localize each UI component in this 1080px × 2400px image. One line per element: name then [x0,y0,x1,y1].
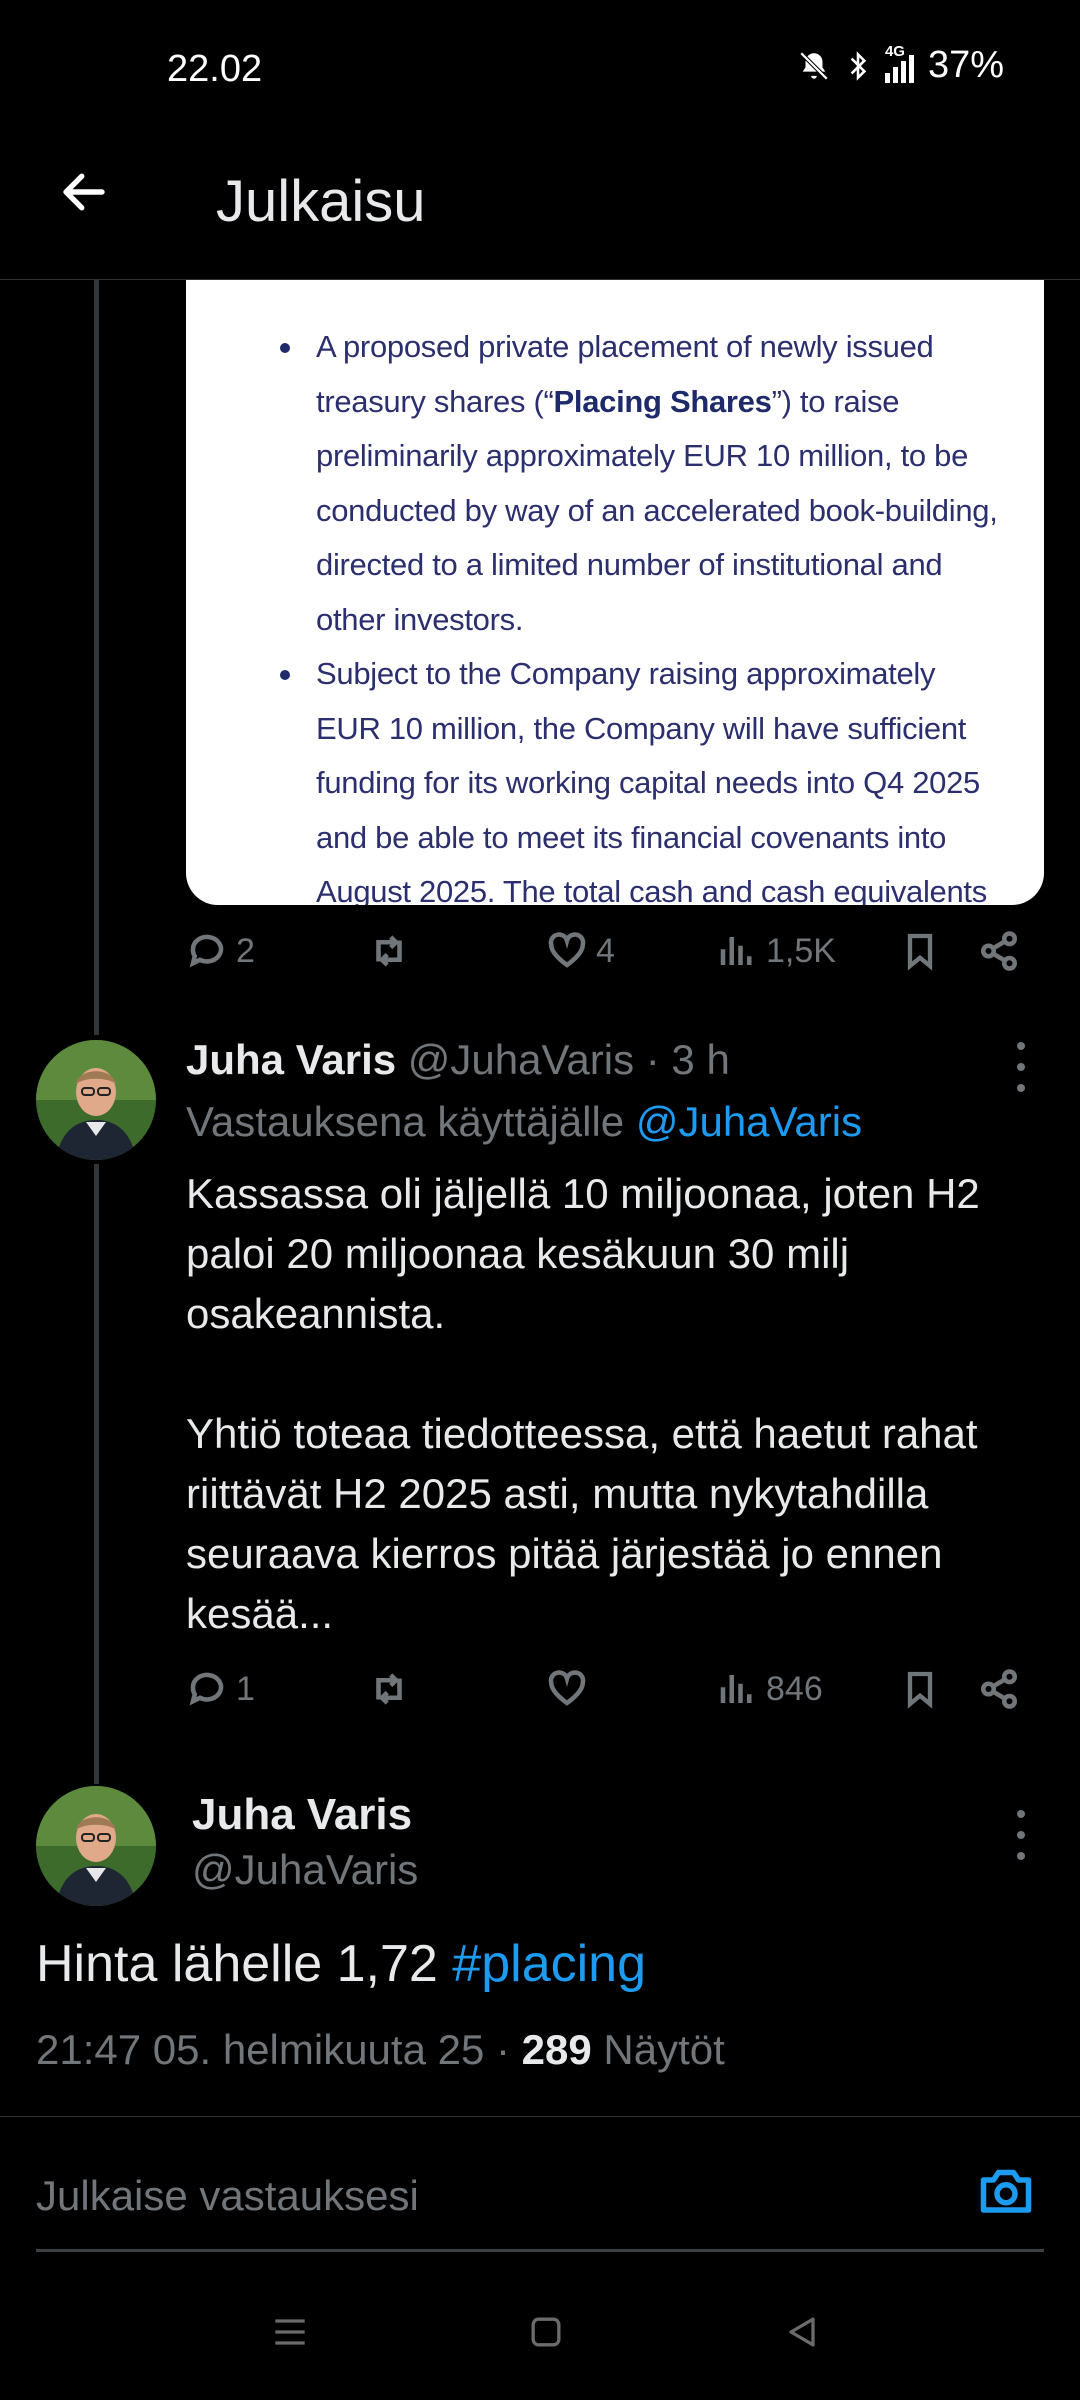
views-label: Näytöt [603,2026,725,2073]
repost-button[interactable] [366,1668,420,1710]
bookmark-button[interactable] [900,930,940,972]
avatar-image [36,1786,156,1906]
author-name[interactable]: Juha Varis [192,1790,412,1840]
more-options-button[interactable] [1014,1042,1028,1092]
reply-input[interactable]: Julkaise vastauksesi [36,2172,419,2220]
reply-icon [189,1672,224,1706]
back-nav-button[interactable] [780,2310,824,2359]
reply-button[interactable]: 2 [186,930,255,972]
menu-icon [275,2319,305,2345]
bookmark-button[interactable] [900,1668,940,1710]
avatar[interactable] [36,1040,156,1160]
page-title: Julkaisu [216,169,426,234]
bell-muted-icon [799,51,829,80]
compose-divider [0,2116,1080,2117]
share-icon [980,931,1018,971]
status-time: 22.02 [167,48,263,90]
post-time: · 3 h [645,1036,730,1083]
heart-icon [548,1670,586,1706]
more-options-button[interactable] [1014,1810,1028,1860]
hashtag-link[interactable]: #placing [452,1935,646,1993]
reply-text: Kassassa oli jäljellä 10 miljoonaa, jote… [186,1170,980,1637]
repost-button[interactable] [366,930,420,972]
post-image[interactable]: A proposed private placement of newly is… [186,280,1044,905]
bookmark-icon [907,1671,933,1709]
thread-line [94,280,99,1035]
share-icon [980,1669,1018,1709]
repost-icon [376,1673,402,1705]
reply-actions: 1 846 [186,1668,1046,1728]
views-button[interactable]: 846 [716,1668,823,1710]
share-button[interactable] [978,930,1020,972]
signal-icon: 4G [884,43,914,83]
reply-context: Vastauksena käyttäjälle @JuhaVaris [186,1098,863,1145]
avatar[interactable] [36,1786,156,1906]
views-button[interactable]: 1,5K [716,930,836,972]
bluetooth-icon [850,50,867,81]
main-post-text: Hinta lähelle 1,72 #placing [36,1935,647,1993]
square-icon [531,2317,561,2347]
back-button[interactable] [52,160,116,224]
camera-button[interactable] [976,2160,1036,2220]
placing-shares-term: Placing Shares [553,383,772,419]
heart-icon [548,932,586,968]
arrow-left-icon [63,173,105,211]
like-button[interactable] [546,1668,596,1710]
reply-button[interactable]: 1 [186,1668,255,1710]
status-icons: 4G 37% [797,43,1004,87]
home-nav-button[interactable] [524,2310,568,2359]
share-button[interactable] [978,1668,1020,1710]
like-button[interactable]: 4 [546,930,615,972]
mention-link[interactable]: @JuhaVaris [636,1098,862,1145]
views-count: 289 [521,2026,592,2073]
bookmark-icon [907,933,933,971]
menu-nav-button[interactable] [268,2310,312,2359]
bar-chart-icon [720,937,752,965]
repost-icon [376,935,402,967]
post-meta: 21:47 05. helmikuuta 25 · 289 Näytöt [36,2026,725,2074]
bar-chart-icon [720,1675,752,1703]
avatar-image [36,1040,156,1160]
reply-header: Juha Varis @JuhaVaris · 3 h [186,1036,730,1084]
post-timestamp[interactable]: 21:47 05. helmikuuta 25 · [36,2026,510,2073]
camera-icon [980,2169,1032,2213]
post-actions: 2 4 1,5K [186,930,1046,990]
triangle-back-icon [789,2317,815,2347]
thread-line [94,1164,99,1784]
image-bullet-2: Subject to the Company raising approxima… [280,647,1004,905]
author-handle[interactable]: @JuhaVaris [192,1846,418,1894]
input-underline [36,2249,1044,2252]
image-bullet-1: A proposed private placement of newly is… [280,320,1004,647]
reply-icon [189,934,224,968]
battery-level: 37% [927,44,1004,86]
author-handle[interactable]: @JuhaVaris [408,1036,634,1083]
network-type: 4G [884,42,905,60]
author-name[interactable]: Juha Varis [186,1036,396,1083]
